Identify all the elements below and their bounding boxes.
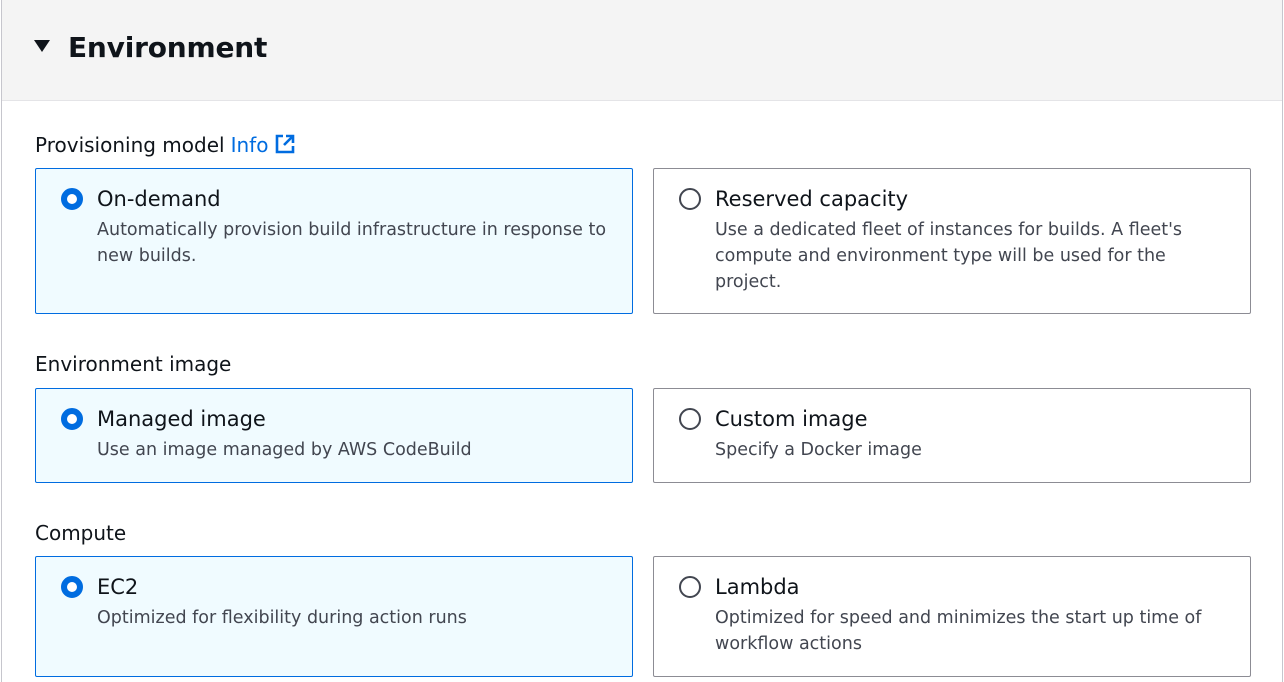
radio-unchecked-icon[interactable] (679, 576, 701, 598)
image-option-custom[interactable]: Custom image Specify a Docker image (653, 388, 1251, 483)
option-description: Use a dedicated fleet of instances for b… (715, 220, 1183, 292)
option-title: Custom image (715, 407, 868, 431)
caret-down-icon[interactable] (34, 40, 50, 52)
option-description: Use an image managed by AWS CodeBuild (97, 440, 472, 460)
compute-option-ec2[interactable]: EC2 Optimized for flexibility during act… (35, 556, 633, 677)
image-option-managed[interactable]: Managed image Use an image managed by AW… (35, 388, 633, 483)
radio-unchecked-icon[interactable] (679, 188, 701, 210)
section-header[interactable]: Environment (2, 0, 1282, 101)
external-link-icon[interactable] (274, 133, 296, 155)
radio-checked-icon[interactable] (61, 188, 83, 210)
section-title: Environment (68, 31, 268, 64)
option-description: Optimized for flexibility during action … (97, 608, 467, 628)
compute-label: Compute (35, 521, 127, 545)
compute-option-lambda[interactable]: Lambda Optimized for speed and minimizes… (653, 556, 1251, 677)
environment-panel: Environment Provisioning model Info On-de… (1, 0, 1283, 682)
info-link[interactable]: Info (231, 133, 269, 157)
option-title: Managed image (97, 407, 266, 431)
option-description: Automatically provision build infrastruc… (97, 220, 607, 266)
option-title: EC2 (97, 575, 139, 599)
provisioning-option-reserved-capacity[interactable]: Reserved capacity Use a dedicated fleet … (653, 168, 1251, 314)
provisioning-model-label-text: Provisioning model (35, 133, 225, 157)
option-title: On-demand (97, 187, 221, 211)
radio-checked-icon[interactable] (61, 576, 83, 598)
option-description: Specify a Docker image (715, 440, 922, 460)
radio-unchecked-icon[interactable] (679, 408, 701, 430)
option-description: Optimized for speed and minimizes the st… (715, 608, 1202, 654)
environment-image-label: Environment image (35, 352, 232, 376)
provisioning-model-label: Provisioning model Info (35, 131, 296, 159)
radio-checked-icon[interactable] (61, 408, 83, 430)
provisioning-option-on-demand[interactable]: On-demand Automatically provision build … (35, 168, 633, 314)
option-title: Reserved capacity (715, 187, 909, 211)
option-title: Lambda (715, 575, 800, 599)
